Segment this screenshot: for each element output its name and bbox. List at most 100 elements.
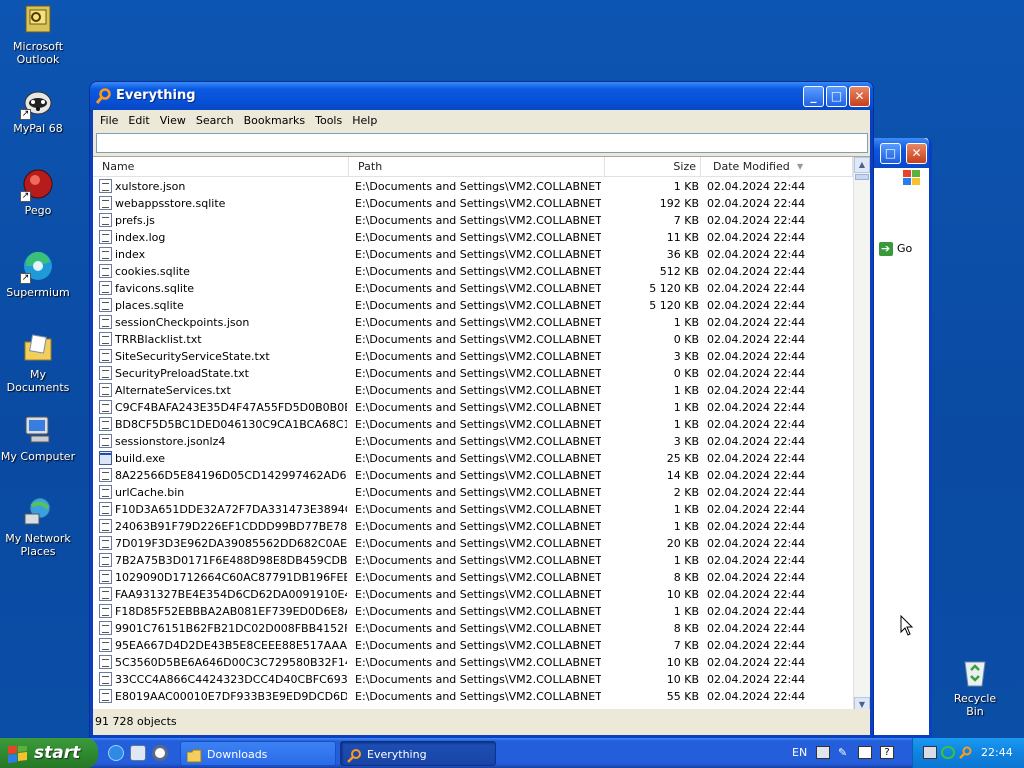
taskbar-task-everything[interactable]: Everything bbox=[340, 741, 496, 766]
desktop-icon-my-network-places[interactable]: My Network Places bbox=[0, 496, 76, 558]
help-icon[interactable]: ? bbox=[880, 746, 894, 759]
table-row[interactable]: cookies.sqlite E:\Documents and Settings\… bbox=[93, 263, 853, 280]
everything-search-icon[interactable] bbox=[959, 746, 973, 759]
desktop-icon-supermium[interactable]: ↗ Supermium bbox=[0, 250, 76, 299]
table-row[interactable]: sessionstore.jsonlz4 E:\Documents and Set… bbox=[93, 433, 853, 450]
desktop-icon-pego[interactable]: ↗ Pego bbox=[0, 168, 76, 217]
table-row[interactable]: 95EA667D4D2DE43B5E8CEEE88E517AAA028... E:… bbox=[93, 637, 853, 654]
language-indicator[interactable]: EN bbox=[792, 738, 807, 768]
table-row[interactable]: xulstore.json E:\Documents and Settings\V… bbox=[93, 178, 853, 195]
table-row[interactable]: 1029090D1712664C60AC87791DB196FEB71... E:… bbox=[93, 569, 853, 586]
table-row[interactable]: prefs.js E:\Documents and Settings\VM2.CO… bbox=[93, 212, 853, 229]
table-row[interactable]: sessionCheckpoints.json E:\Documents and … bbox=[93, 314, 853, 331]
table-row[interactable]: SecurityPreloadState.txt E:\Documents and… bbox=[93, 365, 853, 382]
cell-size: 0 KB bbox=[673, 367, 699, 380]
keyboard-icon[interactable] bbox=[816, 746, 830, 759]
menu-view[interactable]: View bbox=[155, 114, 191, 127]
table-row[interactable]: 7D019F3D3E962DA39085562DD682C0AEEB7... E:… bbox=[93, 535, 853, 552]
clock[interactable]: 22:44 bbox=[981, 738, 1013, 768]
column-header-name[interactable]: Name bbox=[93, 157, 349, 177]
table-row[interactable]: BD8CF5D5BC1DED046130C9CA1BCA68C154... E:\… bbox=[93, 416, 853, 433]
table-row[interactable]: 8A22566D5E84196D05CD142997462AD6036... E:… bbox=[93, 467, 853, 484]
table-row[interactable]: index.log E:\Documents and Settings\VM2.C… bbox=[93, 229, 853, 246]
desktop-icon-my-computer[interactable]: My Computer bbox=[0, 414, 76, 463]
menu-search[interactable]: Search bbox=[191, 114, 239, 127]
cell-size: 14 KB bbox=[666, 469, 699, 482]
start-button[interactable]: start bbox=[0, 738, 98, 768]
menu-help[interactable]: Help bbox=[347, 114, 382, 127]
cell-name: E8019AAC00010E7DF933B3E9ED9DCD6DD77... bbox=[115, 690, 347, 703]
table-row[interactable]: build.exe E:\Documents and Settings\VM2.C… bbox=[93, 450, 853, 467]
table-row[interactable]: SiteSecurityServiceState.txt E:\Documents… bbox=[93, 348, 853, 365]
background-window-titlebar[interactable]: □ ✕ bbox=[865, 138, 929, 168]
table-row[interactable]: places.sqlite E:\Documents and Settings\V… bbox=[93, 297, 853, 314]
menu-file[interactable]: File bbox=[95, 114, 123, 127]
menu-edit[interactable]: Edit bbox=[123, 114, 154, 127]
table-row[interactable]: TRRBlacklist.txt E:\Documents and Setting… bbox=[93, 331, 853, 348]
window-titlebar[interactable]: Everything _ □ ✕ bbox=[90, 82, 873, 110]
table-row[interactable]: webappsstore.sqlite E:\Documents and Sett… bbox=[93, 195, 853, 212]
everything-search-icon bbox=[95, 88, 112, 104]
pen-icon[interactable]: ✎ bbox=[838, 746, 852, 759]
table-row[interactable]: C9CF4BAFA243E35D4F47A55FD5D0B0B0E28... E:… bbox=[93, 399, 853, 416]
network-icon[interactable] bbox=[923, 746, 937, 759]
results-list: Name Path Size Date Modified ▼ xulstore.… bbox=[93, 156, 870, 713]
file-icon bbox=[99, 196, 112, 210]
search-input[interactable] bbox=[96, 133, 868, 153]
cell-path: E:\Documents and Settings\VM2.COLLABNET\… bbox=[355, 503, 601, 516]
cell-size: 1 KB bbox=[673, 384, 699, 397]
table-row[interactable]: AlternateServices.txt E:\Documents and Se… bbox=[93, 382, 853, 399]
table-row[interactable]: favicons.sqlite E:\Documents and Settings… bbox=[93, 280, 853, 297]
scroll-up-arrow-icon[interactable]: ▲ bbox=[854, 157, 870, 173]
close-button[interactable]: ✕ bbox=[849, 86, 870, 107]
go-button[interactable]: ➔ Go bbox=[877, 240, 912, 258]
taskbar-task-downloads[interactable]: Downloads bbox=[180, 741, 336, 766]
desktop-icon-label: My Documents bbox=[6, 368, 70, 394]
table-row[interactable]: 33CCC4A866C4424323DCC4D40CBFC6934D... E:\… bbox=[93, 671, 853, 688]
cell-name: places.sqlite bbox=[115, 299, 184, 312]
menu-bookmarks[interactable]: Bookmarks bbox=[239, 114, 310, 127]
column-header-date-modified[interactable]: Date Modified ▼ bbox=[701, 157, 853, 177]
vertical-scrollbar[interactable]: ▲ ▼ bbox=[853, 157, 870, 713]
quicklaunch-ie-icon[interactable] bbox=[108, 745, 124, 761]
table-row[interactable]: urlCache.bin E:\Documents and Settings\VM… bbox=[93, 484, 853, 501]
table-row[interactable]: FAA931327BE4E354D6CD62DA0091910E4C3... E:… bbox=[93, 586, 853, 603]
language-bar-icon[interactable] bbox=[858, 746, 872, 759]
table-row[interactable]: 24063B91F79D226EF1CDDD99BD77BE785F0... E:… bbox=[93, 518, 853, 535]
cell-path: E:\Documents and Settings\VM2.COLLABNET\… bbox=[355, 656, 601, 669]
column-header-size[interactable]: Size bbox=[605, 157, 701, 177]
mypal-icon: ↗ bbox=[20, 86, 54, 120]
sync-icon[interactable] bbox=[941, 746, 955, 759]
maximize-icon[interactable]: □ bbox=[880, 143, 901, 164]
object-count: 91 728 objects bbox=[95, 715, 177, 728]
table-row[interactable]: F10D3A651DDE32A72F7DA331473E3894CF0... E:… bbox=[93, 501, 853, 518]
file-icon bbox=[99, 689, 112, 703]
quicklaunch-browser-icon[interactable] bbox=[152, 745, 168, 761]
minimize-button[interactable]: _ bbox=[803, 86, 824, 107]
quicklaunch-media-icon[interactable] bbox=[130, 745, 146, 761]
close-icon[interactable]: ✕ bbox=[906, 143, 927, 164]
cell-date-modified: 02.04.2024 22:44 bbox=[707, 384, 806, 397]
menu-tools[interactable]: Tools bbox=[310, 114, 347, 127]
cell-date-modified: 02.04.2024 22:44 bbox=[707, 367, 806, 380]
desktop-icon-recycle-bin[interactable]: Recycle Bin bbox=[944, 656, 1006, 718]
table-row[interactable]: 7B2A75B3D0171F6E488D98E8DB459CDBF97... E:… bbox=[93, 552, 853, 569]
table-row[interactable]: F18D85F52EBBBA2AB081EF739ED0D6E8A76... E:… bbox=[93, 603, 853, 620]
cell-path: E:\Documents and Settings\VM2.COLLABNET\… bbox=[355, 265, 601, 278]
desktop-icon-my-documents[interactable]: My Documents bbox=[0, 332, 76, 394]
cell-name: 8A22566D5E84196D05CD142997462AD6036... bbox=[115, 469, 347, 482]
maximize-button[interactable]: □ bbox=[826, 86, 847, 107]
desktop-icon-mypal[interactable]: ↗ MyPal 68 bbox=[0, 86, 76, 135]
recycle-bin-label: Recycle Bin bbox=[953, 692, 997, 718]
table-row[interactable]: E8019AAC00010E7DF933B3E9ED9DCD6DD77... E:… bbox=[93, 688, 853, 705]
cell-path: E:\Documents and Settings\VM2.COLLABNET\… bbox=[355, 316, 601, 329]
everything-window[interactable]: Everything _ □ ✕ File Edit View Search B… bbox=[90, 82, 873, 738]
desktop-icon-outlook[interactable]: Microsoft Outlook bbox=[0, 4, 76, 66]
cell-date-modified: 02.04.2024 22:44 bbox=[707, 418, 806, 431]
table-row[interactable]: 9901C76151B62FB21DC02D008FBB4152FE7... E:… bbox=[93, 620, 853, 637]
table-row[interactable]: index E:\Documents and Settings\VM2.COLLA… bbox=[93, 246, 853, 263]
scrollbar-thumb[interactable] bbox=[855, 174, 869, 180]
cell-path: E:\Documents and Settings\VM2.COLLABNET\… bbox=[355, 588, 601, 601]
column-header-path[interactable]: Path bbox=[349, 157, 605, 177]
table-row[interactable]: 5C3560D5BE6A646D00C3C729580B32F1455... E:… bbox=[93, 654, 853, 671]
